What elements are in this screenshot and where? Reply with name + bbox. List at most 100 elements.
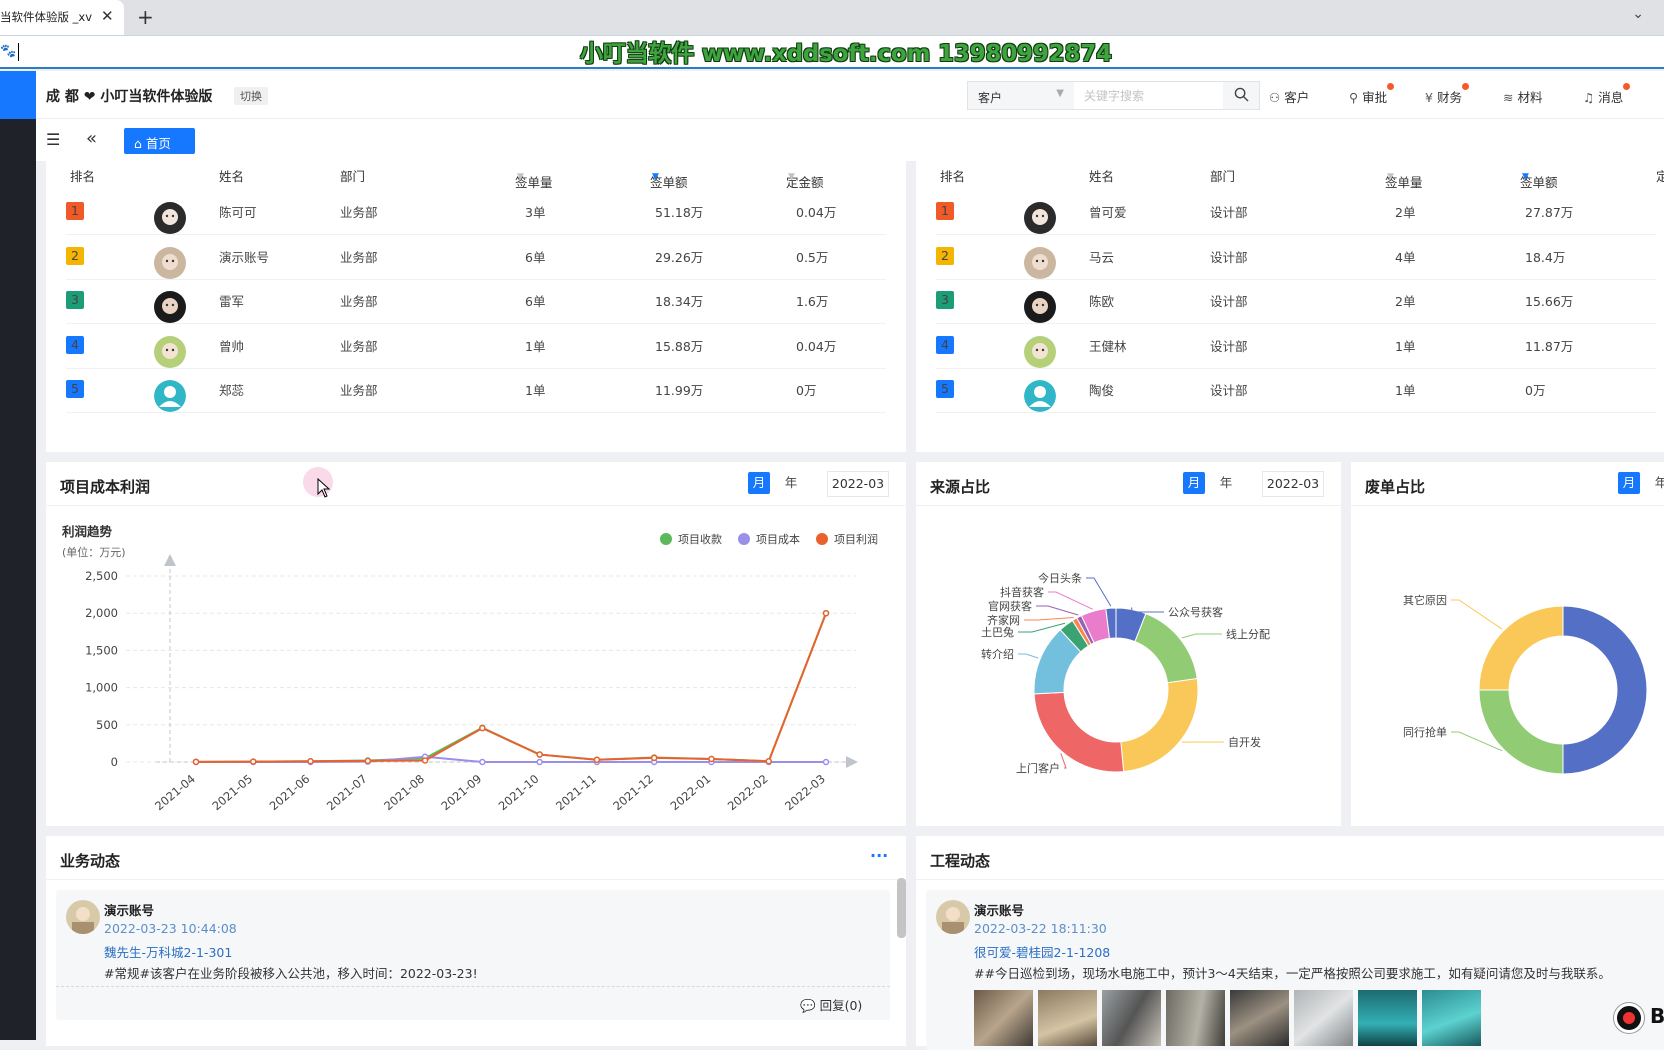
record-button-icon[interactable] (1614, 1003, 1644, 1033)
sort-icon: ▼ (517, 172, 524, 182)
reply-button[interactable]: 💬 回复(0) (800, 995, 862, 1014)
site-photo[interactable] (1230, 990, 1289, 1046)
data-point[interactable] (537, 760, 542, 765)
data-point[interactable] (423, 758, 428, 763)
nav-message[interactable]: ♫消息 (1583, 87, 1623, 106)
site-photo[interactable] (1166, 990, 1225, 1046)
nav-customer[interactable]: ⚇客户 (1269, 87, 1309, 106)
search-input[interactable] (1074, 81, 1224, 110)
data-point[interactable] (709, 757, 714, 762)
table-row[interactable]: 1曾可爱设计部2单27.87万 (936, 188, 1656, 235)
new-tab-button[interactable]: + (137, 5, 154, 29)
nav-material[interactable]: ≋材料 (1503, 87, 1543, 106)
site-photo[interactable] (974, 990, 1033, 1046)
x-tick-label: 2021-11 (553, 772, 599, 814)
avatar (1024, 247, 1056, 279)
table-row[interactable]: 4王健林设计部1单11.87万 (936, 322, 1656, 369)
month-toggle[interactable]: 月 (1618, 472, 1640, 494)
site-photo[interactable] (1294, 990, 1353, 1046)
paw-icon: 🐾 (0, 44, 16, 59)
close-tab-icon[interactable]: ✕ (101, 7, 114, 25)
table-row[interactable]: 3陈欧设计部2单15.66万 (936, 277, 1656, 324)
row-name: 曾帅 (219, 336, 244, 355)
table-row[interactable]: 5陶俊设计部1单0万 (936, 366, 1656, 413)
table-row[interactable]: 5郑蕊业务部1单11.99万0万 (66, 366, 886, 413)
year-toggle[interactable]: 年 (780, 472, 802, 494)
nav-finance[interactable]: ¥财务 (1425, 87, 1462, 106)
row-amount: 51.18万 (655, 202, 703, 221)
month-toggle[interactable]: 月 (748, 472, 770, 494)
top-navigation-bar: 成 都 ❤ 小叮当软件体验版 切换 客户 ▼ ⚇客户 ⚲审批 ¥财务 ≋材料 ♫… (36, 71, 1664, 119)
pie-slice[interactable] (1479, 606, 1563, 690)
data-point[interactable] (824, 611, 829, 616)
stamp-icon: ⚲ (1349, 90, 1358, 105)
data-point[interactable] (194, 759, 199, 764)
company-brand: 成 都 ❤ 小叮当软件体验版 (46, 86, 212, 106)
pie-slice[interactable] (1034, 692, 1124, 772)
left-sidebar (0, 71, 36, 1040)
col-deposit[interactable]: 定 (1656, 166, 1664, 185)
rank-badge: 5 (936, 380, 954, 398)
menu-icon[interactable]: ☰ (46, 130, 60, 149)
table-row[interactable]: 2演示账号业务部6单29.26万0.5万 (66, 233, 886, 280)
slice-label: 齐家网 (987, 613, 1020, 627)
legend-item[interactable]: 项目成本 (738, 532, 800, 546)
row-amount: 11.99万 (655, 380, 703, 399)
pie-slice[interactable] (1479, 690, 1563, 774)
slice-label: 官网获客 (988, 599, 1032, 613)
sort-icon: ▼ (652, 172, 659, 182)
data-point[interactable] (365, 758, 370, 763)
tab-home[interactable]: ⌂ 首页 (124, 128, 195, 154)
data-point[interactable] (766, 759, 771, 764)
site-photo[interactable] (1358, 990, 1417, 1046)
legend-item[interactable]: 项目利润 (816, 532, 878, 546)
pie-slice[interactable] (1563, 606, 1647, 774)
row-name: 曾可爱 (1089, 202, 1127, 221)
avatar (1024, 380, 1056, 412)
browser-tab[interactable]: 当软件体验版 _xv ✕ (0, 0, 124, 35)
data-point[interactable] (594, 757, 599, 762)
scrollbar[interactable] (897, 878, 906, 938)
feed-customer-link[interactable]: 魏先生-万科城2-1-301 (104, 942, 232, 961)
date-picker[interactable]: 2022-03 (827, 471, 889, 497)
switch-button[interactable]: 切换 (234, 87, 268, 105)
notification-dot (1462, 83, 1469, 90)
data-point[interactable] (652, 755, 657, 760)
data-point[interactable] (480, 760, 485, 765)
site-photo[interactable] (1422, 990, 1481, 1046)
table-row[interactable]: 2马云设计部4单18.4万 (936, 233, 1656, 280)
date-picker[interactable]: 2022-03 (1262, 471, 1324, 497)
data-point[interactable] (824, 760, 829, 765)
source-ratio-panel: 来源占比 月 年 2022-03 公众号获客线上分配自开发上门客户转介绍土巴兔齐… (916, 462, 1341, 826)
x-tick-label: 2022-02 (725, 772, 771, 814)
site-photo[interactable] (1038, 990, 1097, 1046)
table-row[interactable]: 3雷军业务部6单18.34万1.6万 (66, 277, 886, 324)
data-point[interactable] (480, 726, 485, 731)
row-dept: 业务部 (340, 247, 378, 266)
slice-label: 今日头条 (1038, 571, 1082, 585)
site-photo[interactable] (1102, 990, 1161, 1046)
table-row[interactable]: 1陈可可业务部3单51.18万0.04万 (66, 188, 886, 235)
pie-slice[interactable] (1121, 679, 1198, 772)
search-type-select[interactable]: 客户 ▼ (967, 81, 1075, 110)
chevron-down-icon[interactable]: ⌄ (1632, 6, 1644, 22)
label-line (1036, 606, 1078, 615)
table-row[interactable]: 4曾帅业务部1单15.88万0.04万 (66, 322, 886, 369)
search-button[interactable] (1223, 81, 1260, 110)
profit-line-chart: 利润趋势(单位：万元)项目收款项目成本项目利润05001,0001,5002,0… (46, 506, 906, 826)
row-dept: 设计部 (1210, 380, 1248, 399)
sidebar-logo[interactable] (0, 71, 36, 119)
data-point[interactable] (308, 759, 313, 764)
data-point[interactable] (537, 752, 542, 757)
collapse-icon[interactable]: « (86, 128, 97, 149)
more-button[interactable]: ··· (870, 846, 888, 865)
pie-slice[interactable] (1135, 614, 1197, 683)
row-count: 1单 (1395, 336, 1415, 355)
year-toggle[interactable]: 年 (1650, 472, 1664, 494)
year-toggle[interactable]: 年 (1215, 472, 1237, 494)
month-toggle[interactable]: 月 (1183, 472, 1205, 494)
data-point[interactable] (251, 759, 256, 764)
feed-project-link[interactable]: 很可爱-碧桂园2-1-1208 (974, 942, 1110, 961)
nav-approval[interactable]: ⚲审批 (1349, 87, 1387, 106)
legend-item[interactable]: 项目收款 (660, 532, 722, 546)
